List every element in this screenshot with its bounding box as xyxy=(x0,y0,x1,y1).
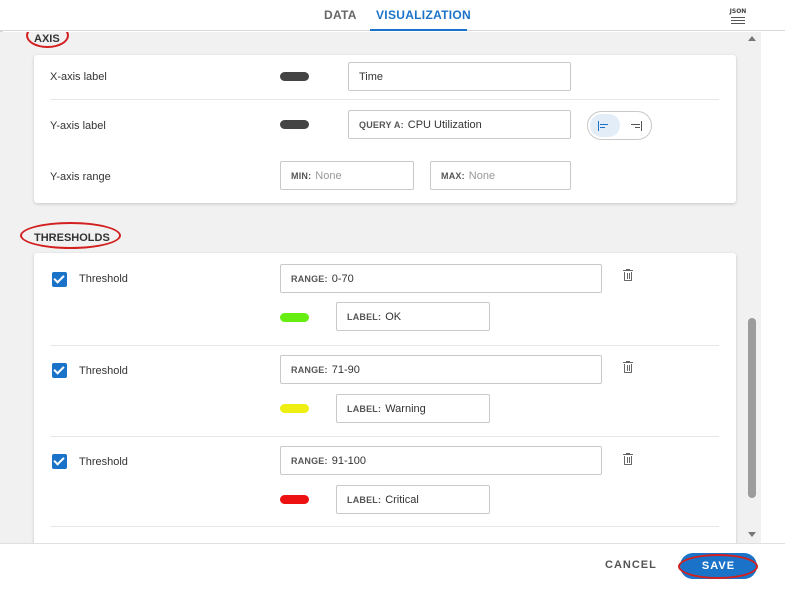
min-placeholder: None xyxy=(315,169,342,182)
y-axis-label-label: Y-axis label xyxy=(50,120,106,132)
annotation-circle-axis xyxy=(26,32,69,48)
align-right-button[interactable] xyxy=(621,114,651,137)
threshold-color-swatch[interactable] xyxy=(280,495,309,504)
range-prefix: RANGE: xyxy=(291,273,328,284)
threshold-range-input[interactable]: RANGE: 71-90 xyxy=(280,355,602,384)
threshold-color-swatch[interactable] xyxy=(280,313,309,322)
row-divider xyxy=(50,526,719,527)
scrollbar-thumb[interactable] xyxy=(748,318,756,498)
annotation-circle-save xyxy=(678,554,758,579)
align-left-button[interactable] xyxy=(590,114,620,137)
tab-visualization[interactable]: VISUALIZATION xyxy=(376,8,471,22)
align-left-icon xyxy=(598,121,612,131)
trash-icon[interactable] xyxy=(623,269,633,281)
trash-icon[interactable] xyxy=(623,361,633,373)
range-value: 71-90 xyxy=(331,363,360,376)
range-value: 91-100 xyxy=(331,454,366,467)
x-axis-color-swatch[interactable] xyxy=(280,72,309,81)
y-axis-label-value: CPU Utilization xyxy=(407,118,482,131)
cancel-button[interactable]: CANCEL xyxy=(605,559,657,571)
range-prefix: RANGE: xyxy=(291,455,328,466)
vertical-scrollbar[interactable] xyxy=(745,32,759,543)
settings-scroll-area: AXIS X-axis label Time Y-axis label QUER… xyxy=(0,32,761,543)
threshold-label-input[interactable]: LABEL: OK xyxy=(336,302,490,331)
label-value: Critical xyxy=(385,493,419,506)
annotation-circle-thresholds xyxy=(20,222,121,249)
threshold-checkbox[interactable] xyxy=(52,454,67,469)
align-right-icon xyxy=(629,121,643,131)
trash-icon[interactable] xyxy=(623,453,633,465)
dialog-footer: CANCEL SAVE xyxy=(0,543,785,591)
active-tab-indicator xyxy=(370,29,467,31)
y-axis-min-input[interactable]: MIN: None xyxy=(280,161,414,190)
tab-data[interactable]: DATA xyxy=(324,8,357,22)
threshold-label: Threshold xyxy=(79,273,128,285)
max-prefix: MAX: xyxy=(441,170,465,181)
label-prefix: LABEL: xyxy=(347,403,382,414)
max-placeholder: None xyxy=(468,169,496,182)
threshold-checkbox[interactable] xyxy=(52,363,67,378)
x-axis-label-label: X-axis label xyxy=(50,71,107,83)
row-divider xyxy=(50,436,719,437)
y-axis-color-swatch[interactable] xyxy=(280,120,309,129)
threshold-range-input[interactable]: RANGE: 91-100 xyxy=(280,446,602,475)
y-axis-label-input[interactable]: QUERY A: CPU Utilization xyxy=(348,110,571,139)
label-prefix: LABEL: xyxy=(347,311,382,322)
y-axis-max-input[interactable]: MAX: None xyxy=(430,161,571,190)
label-value: Warning xyxy=(385,402,426,415)
label-value: OK xyxy=(385,310,402,323)
threshold-label-input[interactable]: LABEL: Critical xyxy=(336,485,490,514)
x-axis-label-input[interactable]: Time xyxy=(348,62,571,91)
range-prefix: RANGE: xyxy=(291,364,328,375)
tab-bar: DATA VISUALIZATION JSON xyxy=(0,0,785,31)
threshold-range-input[interactable]: RANGE: 0-70 xyxy=(280,264,602,293)
json-icon[interactable]: JSON xyxy=(729,9,747,25)
axis-card: X-axis label Time Y-axis label QUERY A: … xyxy=(34,55,736,203)
row-divider xyxy=(50,345,719,346)
query-prefix: QUERY A: xyxy=(359,119,404,130)
x-axis-label-value: Time xyxy=(359,70,384,83)
thresholds-card: Threshold RANGE: 0-70 LABEL: OK Threshol… xyxy=(34,253,736,543)
threshold-color-swatch[interactable] xyxy=(280,404,309,413)
y-axis-range-label: Y-axis range xyxy=(50,171,111,183)
min-prefix: MIN: xyxy=(291,170,312,181)
threshold-checkbox[interactable] xyxy=(52,272,67,287)
label-prefix: LABEL: xyxy=(347,494,382,505)
threshold-label-input[interactable]: LABEL: Warning xyxy=(336,394,490,423)
range-value: 0-70 xyxy=(331,272,354,285)
scroll-down-icon[interactable] xyxy=(748,532,756,537)
threshold-label: Threshold xyxy=(79,456,128,468)
row-divider xyxy=(50,99,719,100)
scroll-up-icon[interactable] xyxy=(748,36,756,41)
y-axis-alignment-toggle[interactable] xyxy=(587,111,652,140)
threshold-label: Threshold xyxy=(79,365,128,377)
